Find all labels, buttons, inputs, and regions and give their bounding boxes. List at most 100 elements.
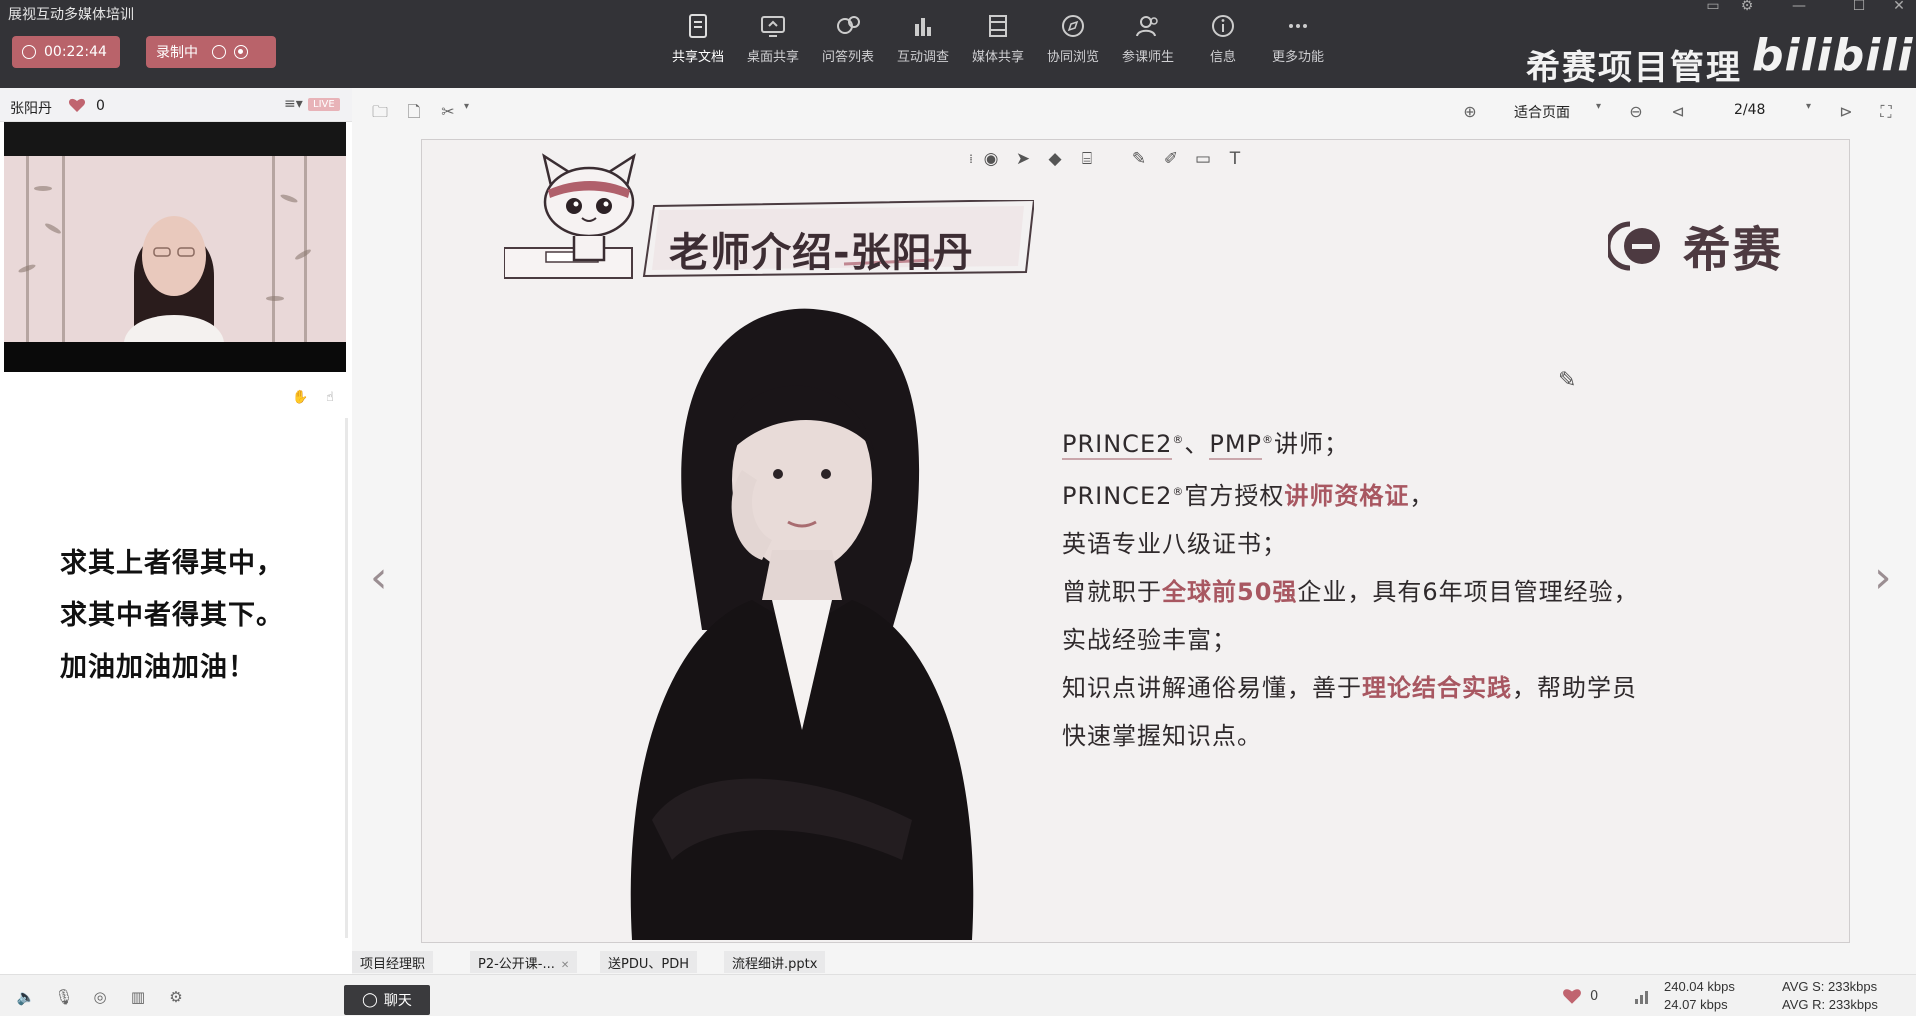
document-tabs: 项目经理职 P2-公开课-... ✕ 送PDU、PDH 流程细讲.pptx <box>352 948 1916 974</box>
registered-mark: ® <box>1262 433 1275 446</box>
toolbar-label: 信息 <box>1209 50 1236 65</box>
heart-icon[interactable] <box>68 97 86 113</box>
pen-icon[interactable]: ✎ <box>1128 148 1150 170</box>
recording-label: 录制中 <box>156 45 198 61</box>
chevron-down-icon[interactable]: ▾ <box>1806 101 1811 112</box>
fit-mode-select[interactable]: 适合页面 <box>1514 102 1570 122</box>
bio-line: 曾就职于全球前50强企业，具有6年项目管理经验， <box>1062 568 1639 616</box>
camera-icon[interactable]: ◎ <box>90 987 110 1007</box>
minimize-icon[interactable]: — <box>1786 0 1812 14</box>
video-background <box>4 156 346 342</box>
presenter-video <box>4 122 346 372</box>
chevron-down-icon[interactable]: ▾ <box>464 101 469 112</box>
mute-icon[interactable]: ✋ <box>292 390 308 406</box>
stop-record-icon[interactable] <box>234 45 248 59</box>
session-timer: 00:22:44 <box>12 36 120 68</box>
brand-name: 希赛项目管理 <box>1526 48 1742 88</box>
cat-mascot-icon <box>542 153 636 262</box>
chat-button[interactable]: ◯ 聊天 <box>344 985 430 1015</box>
zoom-out-icon[interactable]: ⊖ <box>1626 102 1646 122</box>
timer-text: 00:22:44 <box>44 44 107 60</box>
toolbar-qa-list[interactable]: 问答列表 <box>813 12 883 65</box>
doc-tab-label: 送PDU、PDH <box>608 957 689 972</box>
avg-send-rate: AVG S: 233kbps <box>1782 979 1878 994</box>
bio-line: PRINCE2®官方授权讲师资格证， <box>1062 468 1639 520</box>
toolbar-survey[interactable]: 互动调查 <box>888 12 958 65</box>
raise-hand-icon[interactable]: ☝ <box>322 390 338 406</box>
live-badge: LIVE <box>308 98 340 111</box>
toolbar-label: 共享文档 <box>671 50 724 65</box>
heart-icon[interactable] <box>1562 987 1582 1005</box>
toolbar-media-share[interactable]: 媒体共享 <box>963 12 1033 65</box>
bio-segment: 、 <box>1184 430 1210 458</box>
doc-tab[interactable]: 项目经理职 <box>352 951 434 973</box>
record-panel-icon[interactable]: ▥ <box>128 987 148 1007</box>
bio-line: 知识点讲解通俗易懂，善于理论结合实践，帮助学员 <box>1062 664 1639 712</box>
qa-icon <box>834 12 862 40</box>
drag-handle-icon[interactable]: ⁞ <box>960 148 982 170</box>
cursor-icon[interactable]: ➤ <box>1012 148 1034 170</box>
doc-tab-label: 流程细讲.pptx <box>732 957 818 972</box>
prev-page-icon[interactable]: ⊲ <box>1668 102 1688 122</box>
slide-canvas: ⁞ ◉ ➤ ◆ ⌸ ✎ ✐ ▭ T 老师介绍-张阳丹 希赛 ✎ PRINCE2®… <box>421 139 1850 943</box>
page-indicator[interactable]: 2/48 <box>1734 102 1765 118</box>
scissors-icon[interactable]: ✂ <box>438 102 458 122</box>
zoom-in-icon[interactable]: ⊕ <box>1460 102 1480 122</box>
new-doc-icon[interactable]: 🗋 <box>404 102 424 122</box>
main-area: 🗀 🗋 ✂ ▾ ⊕ 适合页面 ▾ ⊖ ⊲ 2/48 ▾ ⊳ ⛶ ‹ › ⁞ ◉ … <box>352 88 1916 1016</box>
slide-title: 老师介绍-张阳丹 <box>669 230 974 276</box>
recording-control[interactable]: 录制中 <box>146 36 276 68</box>
toolbar-label: 更多功能 <box>1271 50 1324 65</box>
microphone-icon[interactable]: 🎙 <box>54 987 74 1007</box>
doc-tab[interactable]: 送PDU、PDH <box>600 951 697 973</box>
text-tool-icon[interactable]: T <box>1224 148 1246 170</box>
highlighter-icon[interactable]: ✐ <box>1160 148 1182 170</box>
toolbar-desktop-share[interactable]: 桌面共享 <box>738 12 808 65</box>
video-letterbox-top <box>4 122 346 156</box>
next-page-icon[interactable]: ⊳ <box>1836 102 1856 122</box>
next-slide-arrow[interactable]: › <box>1874 556 1898 600</box>
close-tab-icon[interactable]: ✕ <box>561 960 569 971</box>
toolbar-more[interactable]: 更多功能 <box>1263 12 1333 65</box>
close-icon[interactable]: ✕ <box>1886 0 1912 14</box>
top-bar: 展视互动多媒体培训 00:22:44 录制中 共享文档 桌面共享 问答列表 互动… <box>0 0 1916 88</box>
skin-icon[interactable]: ▭ <box>1700 0 1726 14</box>
registered-mark: ® <box>1172 485 1185 498</box>
pause-icon[interactable] <box>212 45 226 59</box>
left-panel-scrollbar[interactable] <box>345 418 348 938</box>
toolbar-participants[interactable]: 参课师生 <box>1113 12 1183 65</box>
presenter-header: 张阳丹 0 ≡▾ LIVE <box>0 88 352 122</box>
chat-label: 聊天 <box>383 993 412 1009</box>
doc-tab[interactable]: 流程细讲.pptx <box>724 951 826 973</box>
bio-highlight: 理论结合实践 <box>1362 674 1512 702</box>
motto-line: 求其中者得其下。 <box>60 600 284 631</box>
bio-segment: 讲师； <box>1274 430 1350 458</box>
toolbar-share-doc[interactable]: 共享文档 <box>663 12 733 65</box>
bio-segment: ， <box>1409 482 1435 510</box>
speaker-icon[interactable]: 🔈 <box>16 987 36 1007</box>
maximize-icon[interactable]: ☐ <box>1846 0 1872 14</box>
prev-slide-arrow[interactable]: ‹ <box>370 556 394 600</box>
settings-icon[interactable]: ⚙ <box>166 987 186 1007</box>
bio-segment: 官方授权 <box>1184 482 1285 510</box>
toolbar-info[interactable]: 信息 <box>1188 12 1258 65</box>
settings-icon[interactable]: ⚙ <box>1734 0 1760 14</box>
doc-tab[interactable]: P2-公开课-... ✕ <box>470 951 578 973</box>
registered-mark: ® <box>1172 433 1185 446</box>
desktop-share-icon <box>759 12 787 40</box>
clear-icon[interactable]: ⌸ <box>1076 148 1098 170</box>
open-folder-icon[interactable]: 🗀 <box>370 102 390 122</box>
rectangle-icon[interactable]: ▭ <box>1192 148 1214 170</box>
toolbar-label: 互动调查 <box>896 50 949 65</box>
doc-tab-label: P2-公开课-... <box>478 957 555 972</box>
fullscreen-icon[interactable]: ⛶ <box>1876 102 1896 122</box>
laser-pointer-icon[interactable]: ◉ <box>980 148 1002 170</box>
left-panel: 张阳丹 0 ≡▾ LIVE ✋ ☝ 求其上者得其中， 求其中者得其下。 加油加油… <box>0 88 352 1016</box>
status-bar: 🔈 🎙 ◎ ▥ ⚙ ◯ 聊天 0 240.04 kbps 24.07 kbps … <box>0 974 1916 1016</box>
eraser-icon[interactable]: ◆ <box>1044 148 1066 170</box>
bio-segment: PMP <box>1209 430 1263 460</box>
toolbar-co-browse[interactable]: 协同浏览 <box>1038 12 1108 65</box>
chevron-down-icon[interactable]: ▾ <box>1596 101 1601 112</box>
list-menu-icon[interactable]: ≡▾ <box>284 96 303 112</box>
annotation-toolbar: ⁞ ◉ ➤ ◆ ⌸ ✎ ✐ ▭ T <box>960 140 1320 176</box>
